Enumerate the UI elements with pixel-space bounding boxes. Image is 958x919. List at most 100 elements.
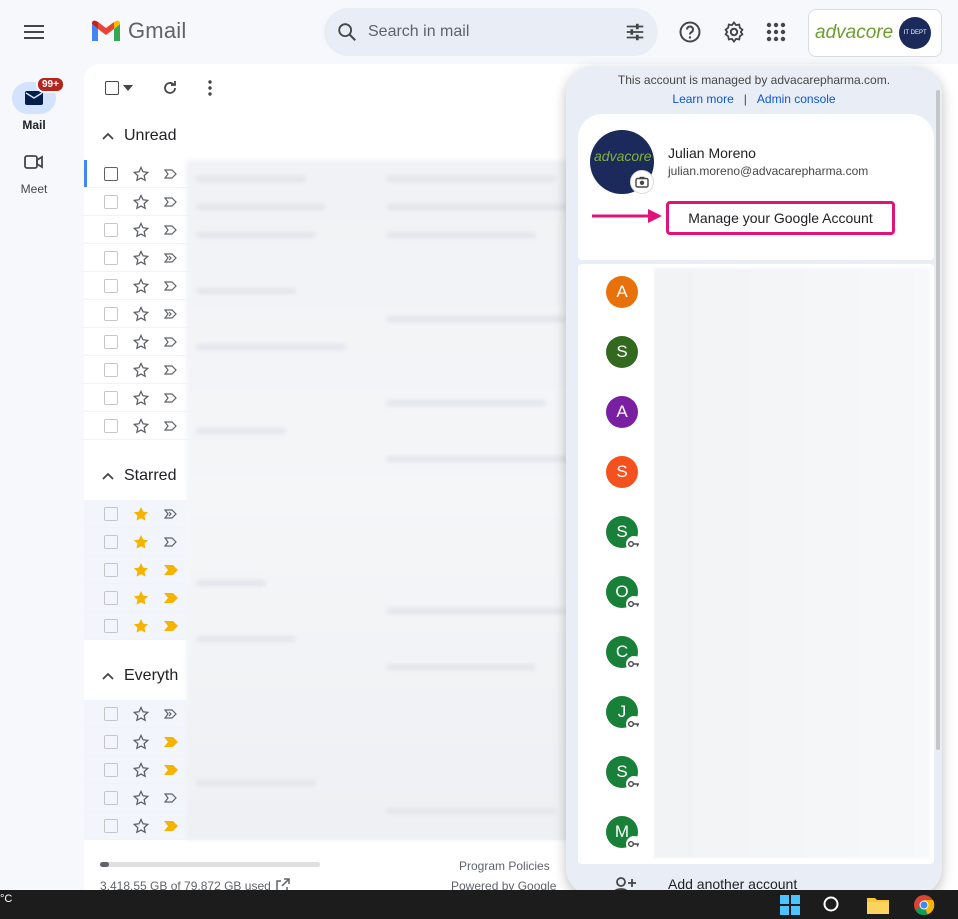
rail-meet[interactable]: Meet xyxy=(8,146,60,196)
star-icon[interactable] xyxy=(132,761,150,779)
row-checkbox[interactable] xyxy=(104,618,118,633)
star-icon[interactable] xyxy=(132,193,150,211)
account-row[interactable]: O xyxy=(578,564,934,624)
star-icon[interactable] xyxy=(132,165,150,183)
mail-pill[interactable]: 99+ xyxy=(12,76,65,114)
row-checkbox[interactable] xyxy=(104,590,118,605)
row-checkbox[interactable] xyxy=(104,734,118,749)
importance-marker-icon[interactable] xyxy=(162,817,180,835)
importance-marker-icon[interactable] xyxy=(162,249,180,267)
starred-icon[interactable] xyxy=(132,589,150,607)
rail-mail[interactable]: 99+ Mail xyxy=(8,76,65,132)
row-checkbox[interactable] xyxy=(104,534,118,549)
row-checkbox[interactable] xyxy=(104,762,118,777)
row-checkbox[interactable] xyxy=(104,166,118,181)
settings-button[interactable] xyxy=(718,16,750,48)
row-checkbox[interactable] xyxy=(104,390,118,405)
row-checkbox[interactable] xyxy=(104,790,118,805)
row-checkbox[interactable] xyxy=(104,418,118,433)
search-icon[interactable] xyxy=(336,21,358,43)
importance-marker-icon[interactable] xyxy=(162,761,180,779)
row-checkbox[interactable] xyxy=(104,562,118,577)
meet-pill[interactable] xyxy=(12,146,56,178)
importance-marker-icon[interactable] xyxy=(162,221,180,239)
importance-marker-icon[interactable] xyxy=(162,305,180,323)
file-explorer-button[interactable] xyxy=(866,893,890,917)
row-checkbox[interactable] xyxy=(104,506,118,521)
importance-marker-icon[interactable] xyxy=(162,389,180,407)
starred-icon[interactable] xyxy=(132,505,150,523)
more-options-button[interactable] xyxy=(198,76,222,100)
row-checkbox[interactable] xyxy=(104,306,118,321)
importance-marker-icon[interactable] xyxy=(162,505,180,523)
row-checkbox[interactable] xyxy=(104,278,118,293)
starred-icon[interactable] xyxy=(132,533,150,551)
importance-marker-icon[interactable] xyxy=(162,165,180,183)
importance-marker-icon[interactable] xyxy=(162,789,180,807)
importance-marker-icon[interactable] xyxy=(162,561,180,579)
learn-more-link[interactable]: Learn more xyxy=(672,92,733,106)
manage-google-account-button[interactable]: Manage your Google Account xyxy=(666,201,895,235)
section-everything-header[interactable]: Everyth xyxy=(84,656,178,696)
row-checkbox[interactable] xyxy=(104,250,118,265)
star-icon[interactable] xyxy=(132,389,150,407)
importance-marker-icon[interactable] xyxy=(162,417,180,435)
account-row[interactable]: C xyxy=(578,624,934,684)
gmail-logo[interactable]: Gmail xyxy=(90,18,186,44)
account-row[interactable]: S xyxy=(578,444,934,504)
account-row[interactable]: S xyxy=(578,504,934,564)
account-row[interactable]: M xyxy=(578,804,934,864)
importance-marker-icon[interactable] xyxy=(162,333,180,351)
account-switcher-chip[interactable]: advacore IT DEPT xyxy=(808,9,942,57)
main-menu-button[interactable] xyxy=(18,16,50,48)
importance-marker-icon[interactable] xyxy=(162,361,180,379)
star-icon[interactable] xyxy=(132,221,150,239)
star-icon[interactable] xyxy=(132,733,150,751)
account-row[interactable]: S xyxy=(578,324,934,384)
row-checkbox[interactable] xyxy=(104,334,118,349)
popover-scrollbar[interactable] xyxy=(936,90,940,750)
row-checkbox[interactable] xyxy=(104,362,118,377)
help-button[interactable] xyxy=(674,16,706,48)
open-in-new-icon[interactable] xyxy=(276,878,290,890)
account-row[interactable]: J xyxy=(578,684,934,744)
refresh-button[interactable] xyxy=(158,76,182,100)
section-unread-header[interactable]: Unread xyxy=(84,116,176,156)
admin-console-link[interactable]: Admin console xyxy=(757,92,836,106)
start-button[interactable] xyxy=(778,893,802,917)
star-icon[interactable] xyxy=(132,361,150,379)
taskbar-search-button[interactable] xyxy=(820,893,844,917)
star-icon[interactable] xyxy=(132,417,150,435)
star-icon[interactable] xyxy=(132,249,150,267)
importance-marker-icon[interactable] xyxy=(162,277,180,295)
row-checkbox[interactable] xyxy=(104,818,118,833)
chrome-button[interactable] xyxy=(912,893,936,917)
star-icon[interactable] xyxy=(132,305,150,323)
search-bar[interactable] xyxy=(324,8,658,56)
star-icon[interactable] xyxy=(132,705,150,723)
row-checkbox[interactable] xyxy=(104,194,118,209)
weather-temperature[interactable]: °C xyxy=(0,893,12,905)
importance-marker-icon[interactable] xyxy=(162,589,180,607)
section-starred-header[interactable]: Starred xyxy=(84,456,176,496)
importance-marker-icon[interactable] xyxy=(162,193,180,211)
search-input[interactable] xyxy=(368,23,624,41)
row-checkbox[interactable] xyxy=(104,222,118,237)
select-dropdown[interactable] xyxy=(120,76,136,100)
account-row[interactable]: A xyxy=(578,384,934,444)
importance-marker-icon[interactable] xyxy=(162,733,180,751)
account-row[interactable]: S xyxy=(578,744,934,804)
starred-icon[interactable] xyxy=(132,617,150,635)
starred-icon[interactable] xyxy=(132,561,150,579)
row-checkbox[interactable] xyxy=(104,706,118,721)
change-photo-button[interactable] xyxy=(630,170,654,194)
star-icon[interactable] xyxy=(132,333,150,351)
search-options-icon[interactable] xyxy=(624,21,646,43)
star-icon[interactable] xyxy=(132,789,150,807)
apps-button[interactable] xyxy=(760,16,792,48)
star-icon[interactable] xyxy=(132,817,150,835)
account-row[interactable]: A xyxy=(578,264,934,324)
importance-marker-icon[interactable] xyxy=(162,617,180,635)
importance-marker-icon[interactable] xyxy=(162,705,180,723)
star-icon[interactable] xyxy=(132,277,150,295)
